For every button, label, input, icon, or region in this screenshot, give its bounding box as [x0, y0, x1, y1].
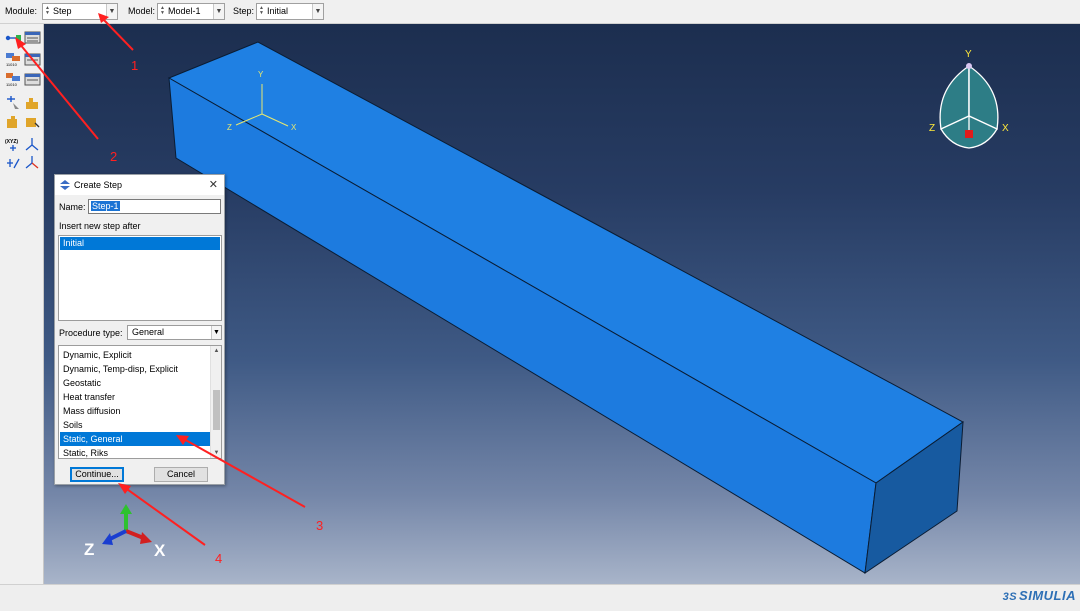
global-csys-triad: Z X [84, 504, 166, 560]
spinner-icon: ▲ ▼ [259, 5, 264, 16]
list-item[interactable]: Initial [60, 237, 220, 250]
beam-top-face[interactable] [167, 41, 964, 484]
field-output-manager-icon[interactable] [24, 52, 41, 67]
local-z-label: Z [227, 123, 232, 132]
svg-text:11010: 11010 [6, 62, 18, 67]
datum-csys-icon[interactable] [24, 155, 41, 170]
view-cube-origin-marker [965, 130, 973, 138]
step-value: Initial [267, 6, 289, 16]
status-strip: 3S SIMULIA [0, 584, 1080, 611]
list-item[interactable]: Dynamic, Explicit [60, 348, 211, 362]
adaptive-remesh-icon[interactable] [5, 96, 22, 111]
chevron-down-icon[interactable]: ▼ [312, 4, 323, 19]
module-label: Module: [5, 6, 38, 16]
view-cube[interactable]: Y Z X [929, 49, 1009, 149]
viewcube-x-label: X [1002, 123, 1009, 134]
model-combo[interactable]: ▲ ▼ Model-1 ▼ [157, 3, 225, 20]
history-output-request-icon[interactable]: 11010 [5, 72, 22, 87]
simulia-logo-text: SIMULIA [1019, 588, 1076, 603]
abaqus-icon [60, 180, 70, 192]
model-label: Model: [128, 6, 156, 16]
procedure-type-select[interactable]: General ▼ [127, 325, 222, 340]
create-step-dialog: Create Step ✕ Name: Step-1 Insert new st… [54, 174, 225, 485]
spinner-icon: ▲ ▼ [160, 5, 165, 16]
datum-point-icon[interactable]: (XYZ) [5, 137, 22, 152]
datum-axis-icon[interactable] [24, 137, 41, 152]
scrollbar-thumb[interactable] [213, 390, 220, 430]
chevron-down-icon[interactable]: ▼ [211, 326, 221, 339]
local-x-label: X [291, 123, 297, 132]
context-bar: Module: ▲ ▼ Step ▼ Model: ▲ ▼ Model-1 ▼ St… [0, 0, 1080, 24]
insert-after-label: Insert new step after [59, 221, 141, 231]
module-combo[interactable]: ▲ ▼ Step ▼ [42, 3, 118, 20]
chevron-up-icon[interactable]: ▲ [211, 346, 221, 356]
step-label: Step: [233, 6, 255, 16]
procedure-list-scrollbar[interactable]: ▲ ▼ [210, 346, 221, 458]
controls-icon[interactable] [24, 96, 41, 111]
step-combo[interactable]: ▲ ▼ Initial ▼ [256, 3, 324, 20]
list-item[interactable]: Heat transfer [60, 390, 211, 404]
close-icon[interactable]: ✕ [209, 178, 218, 191]
datum-plane-icon[interactable] [5, 155, 22, 170]
svg-text:(XYZ): (XYZ) [5, 139, 18, 145]
step-create-icon[interactable] [5, 30, 22, 45]
module-value: Step [53, 6, 72, 16]
procedure-type-label: Procedure type: [59, 328, 123, 338]
list-item[interactable]: Dynamic, Temp-disp, Explicit [60, 362, 211, 376]
chevron-down-icon[interactable]: ▼ [213, 4, 224, 19]
svg-text:11010: 11010 [6, 82, 18, 87]
list-item[interactable]: Mass diffusion [60, 404, 211, 418]
procedure-list[interactable]: Dynamic, Explicit Dynamic, Temp-disp, Ex… [58, 345, 222, 459]
dialog-titlebar[interactable]: Create Step ✕ [55, 175, 224, 195]
module-toolbox: 11010 11010 (XYZ) [0, 24, 44, 584]
solver-controls-icon[interactable] [24, 115, 41, 130]
global-x-label: X [154, 541, 166, 560]
spinner-icon: ▲ ▼ [45, 5, 50, 16]
list-item[interactable]: Geostatic [60, 376, 211, 390]
name-label: Name: [59, 202, 86, 212]
viewcube-y-label: Y [965, 49, 972, 60]
global-z-label: Z [84, 540, 94, 559]
model-value: Model-1 [168, 6, 201, 16]
cancel-button[interactable]: Cancel [154, 467, 208, 482]
step-name-field[interactable]: Step-1 [88, 199, 221, 214]
list-item-selected[interactable]: Static, General [60, 432, 211, 446]
step-manager-icon[interactable] [24, 30, 41, 45]
procedure-type-value: General [132, 327, 165, 337]
field-output-request-icon[interactable]: 11010 [5, 52, 22, 67]
dialog-title: Create Step [74, 180, 123, 190]
ds-logo-icon: 3S [1002, 591, 1018, 603]
continue-button[interactable]: Continue... [70, 467, 124, 482]
list-item[interactable]: Soils [60, 418, 211, 432]
viewcube-z-label: Z [929, 123, 935, 134]
step-name-value: Step-1 [91, 201, 120, 211]
chevron-down-icon[interactable]: ▼ [211, 448, 221, 458]
list-item[interactable]: Static, Riks [60, 446, 211, 458]
simulia-logo: 3S SIMULIA [1003, 588, 1076, 603]
local-y-label: Y [258, 70, 264, 79]
insert-after-list[interactable]: Initial [58, 235, 222, 321]
history-output-manager-icon[interactable] [24, 72, 41, 87]
chevron-down-icon[interactable]: ▼ [106, 4, 117, 19]
ale-adaptive-mesh-icon[interactable] [5, 115, 22, 130]
